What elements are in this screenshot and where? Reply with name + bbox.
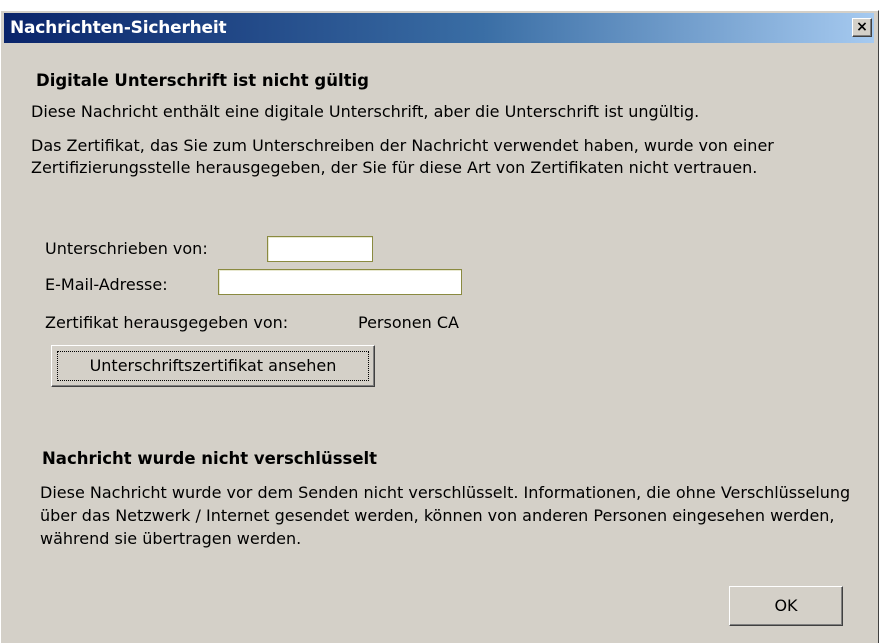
signed-by-field[interactable] [267,236,373,262]
issuer-label: Zertifikat herausgegeben von: [45,313,289,332]
signature-heading: Digitale Unterschrift ist nicht gültig [36,71,369,90]
issuer-value: Personen CA [358,313,459,332]
dialog-window: Nachrichten-Sicherheit × Digitale Unters… [0,10,879,643]
encryption-text: Diese Nachricht wurde vor dem Senden nic… [40,483,851,548]
signature-status-text: Diese Nachricht enthält eine digitale Un… [31,102,700,121]
view-certificate-button[interactable]: Unterschriftszertifikat ansehen [51,345,375,387]
ok-button[interactable]: OK [729,586,843,626]
email-label: E-Mail-Adresse: [45,275,168,294]
encryption-heading: Nachricht wurde nicht verschlüsselt [42,449,378,468]
dialog-content: Digitale Unterschrift ist nicht gültig D… [1,11,878,643]
email-field[interactable] [218,269,462,295]
ok-button-label: OK [774,596,798,615]
signed-by-label: Unterschrieben von: [45,239,208,258]
certificate-trust-text: Das Zertifikat, das Sie zum Unterschreib… [31,136,774,177]
focus-ring [57,351,369,381]
